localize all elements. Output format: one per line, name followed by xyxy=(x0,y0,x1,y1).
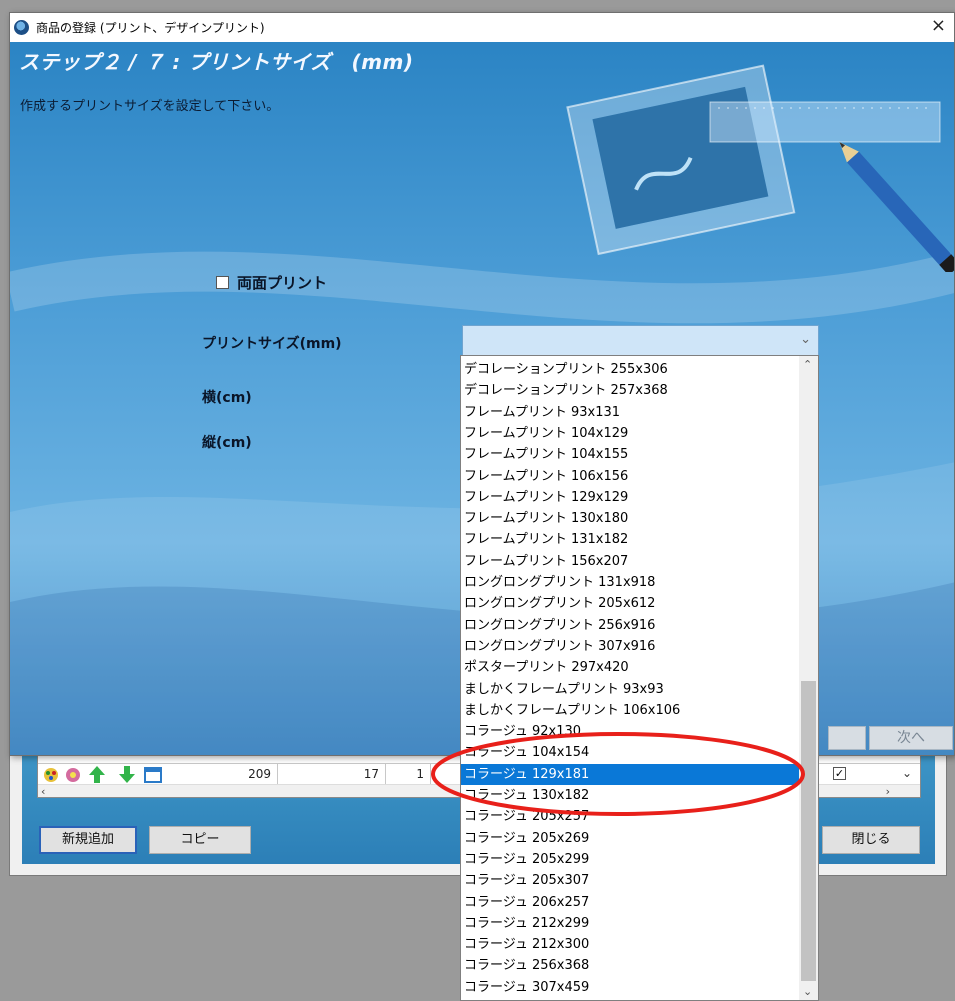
dropdown-option[interactable]: フレームプリント 93x131 xyxy=(461,402,799,423)
scroll-down-icon[interactable]: ⌄ xyxy=(803,985,812,998)
scroll-right-icon[interactable]: › xyxy=(886,785,890,798)
print-size-dropdown-list[interactable]: デコレーションプリント 255x306 デコレーションプリント 257x368 フレ… xyxy=(460,355,819,1001)
close-icon[interactable]: × xyxy=(931,15,946,36)
copy-button[interactable]: コピー xyxy=(149,826,251,854)
vertical-scrollbar[interactable]: ⌃ ⌄ xyxy=(799,356,818,1000)
dropdown-option[interactable]: ロングロングプリント 131x918 xyxy=(461,572,799,593)
height-label: 縦(cm) xyxy=(202,435,252,451)
duplex-print-checkbox[interactable] xyxy=(216,276,229,289)
app-icon xyxy=(14,20,29,35)
dropdown-option[interactable]: ロングロングプリント 205x612 xyxy=(461,593,799,614)
scroll-left-icon[interactable]: ‹ xyxy=(41,785,45,798)
dropdown-option[interactable]: デコレーションプリント 255x306 xyxy=(461,359,799,380)
grid-cell-id: 209 xyxy=(168,764,278,786)
dropdown-option[interactable]: デコレーションプリント 257x368 xyxy=(461,380,799,401)
dropdown-option[interactable]: コラージュ 206x257 xyxy=(461,892,799,913)
width-label: 横(cm) xyxy=(202,390,252,406)
dropdown-option[interactable]: ましかくフレームプリント 106x106 xyxy=(461,700,799,721)
arrow-down-icon[interactable] xyxy=(118,765,136,784)
print-size-select[interactable]: ⌄ xyxy=(462,325,819,357)
chevron-down-icon[interactable]: ⌄ xyxy=(800,332,811,347)
dropdown-option[interactable]: コラージュ 130x182 xyxy=(461,785,799,806)
dropdown-option[interactable]: フレームプリント 131x182 xyxy=(461,529,799,550)
dropdown-option[interactable]: フレームプリント 104x155 xyxy=(461,444,799,465)
grid-checkbox[interactable]: ✓ xyxy=(833,767,846,780)
scroll-up-icon[interactable]: ⌃ xyxy=(803,358,812,371)
dropdown-option[interactable]: ましかくフレームプリント 93x93 xyxy=(461,679,799,700)
dropdown-option[interactable]: ロングロングプリント 307x916 xyxy=(461,636,799,657)
grid-cell-extra: 1 xyxy=(386,764,431,786)
dropdown-option[interactable]: コラージュ 205x269 xyxy=(461,828,799,849)
photo-ruler-pencil-illustration xyxy=(566,64,954,272)
title-bar: 商品の登録 (プリント、デザインプリント) × xyxy=(10,13,954,42)
dropdown-option[interactable]: ロングロングプリント 256x916 xyxy=(461,615,799,636)
dropdown-option[interactable]: コラージュ 256x368 xyxy=(461,955,799,976)
dropdown-option[interactable]: フレームプリント 129x129 xyxy=(461,487,799,508)
arrow-up-icon[interactable] xyxy=(88,765,106,784)
step-title: ステップ２ / ７ : プリントサイズ (mm) xyxy=(19,50,414,74)
dropdown-option[interactable]: フレームプリント 130x180 xyxy=(461,508,799,529)
duplex-print-label: 両面プリント xyxy=(237,274,328,292)
step-subtitle: 作成するプリントサイズを設定して下さい。 xyxy=(20,99,280,114)
window-title: 商品の登録 (プリント、デザインプリント) xyxy=(36,21,265,35)
dropdown-option[interactable]: コラージュ 92x130 xyxy=(461,721,799,742)
palette-icon[interactable] xyxy=(64,765,82,784)
dropdown-option[interactable]: コラージュ 205x299 xyxy=(461,849,799,870)
dropdown-option[interactable]: コラージュ 212x299 xyxy=(461,913,799,934)
print-size-label: プリントサイズ(mm) xyxy=(202,336,342,352)
dropdown-option[interactable]: コラージュ 205x257 xyxy=(461,806,799,827)
dropdown-option[interactable]: コラージュ 129x181 xyxy=(461,763,799,785)
dropdown-option[interactable]: フレームプリント 156x207 xyxy=(461,551,799,572)
dropdown-option[interactable]: フレームプリント 104x129 xyxy=(461,423,799,444)
scrollbar-thumb[interactable] xyxy=(801,681,816,981)
paint-icon[interactable] xyxy=(42,765,60,784)
next-button[interactable]: 次へ xyxy=(869,726,953,750)
grid-cell-count: 17 xyxy=(278,764,386,786)
dropdown-option[interactable]: フレームプリント 106x156 xyxy=(461,466,799,487)
chevron-down-icon[interactable]: ⌄ xyxy=(902,766,912,780)
window-icon[interactable] xyxy=(144,765,162,784)
close-button[interactable]: 閉じる xyxy=(822,826,920,854)
dropdown-option[interactable]: コラージュ 205x307 xyxy=(461,870,799,891)
dropdown-option[interactable]: コラージュ 307x459 xyxy=(461,977,799,998)
dropdown-option[interactable]: ポスタープリント 297x420 xyxy=(461,657,799,678)
dropdown-option[interactable]: コラージュ 104x154 xyxy=(461,742,799,763)
new-add-button[interactable]: 新規追加 xyxy=(39,826,137,854)
dropdown-option[interactable]: コラージュ 212x300 xyxy=(461,934,799,955)
prev-button-area xyxy=(828,726,866,750)
